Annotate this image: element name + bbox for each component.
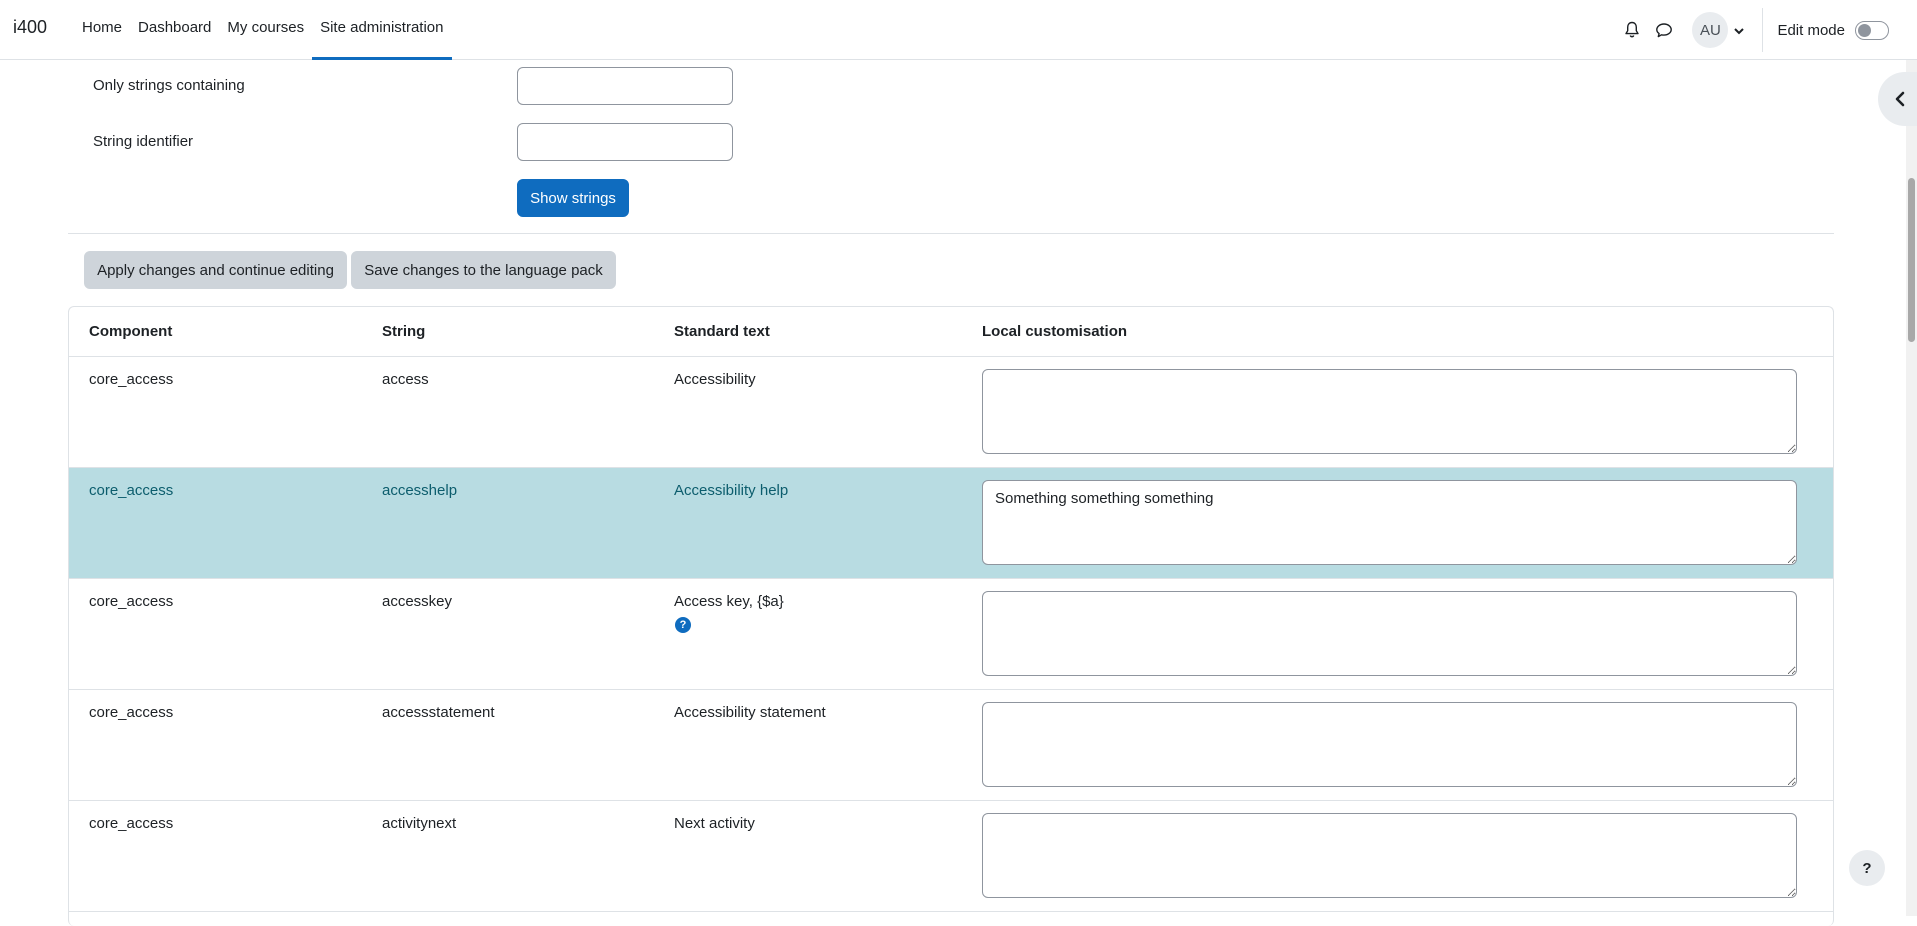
local-customisation-textarea[interactable] — [982, 591, 1797, 676]
site-brand[interactable]: i400 — [13, 17, 47, 38]
string-identifier-input[interactable] — [517, 123, 733, 161]
navbar-divider — [1762, 8, 1764, 52]
user-menu-chevron-down-icon[interactable] — [1734, 22, 1745, 39]
cell-standard-text: Accessibility help — [674, 482, 789, 499]
scrollbar-thumb[interactable] — [1908, 178, 1915, 342]
save-to-language-pack-button[interactable]: Save changes to the language pack — [351, 251, 616, 289]
cell-standard-text: Accessibility statement — [674, 704, 826, 721]
table-row: core_access accesshelp Accessibility hel… — [69, 468, 1833, 579]
local-customisation-textarea[interactable] — [982, 369, 1797, 454]
edit-mode-label: Edit mode — [1777, 21, 1845, 39]
cell-component: core_access — [89, 815, 174, 832]
table-row: core_access accesskey Access key, {$a} ? — [69, 579, 1833, 690]
table-row: core_access access Accessibility — [69, 357, 1833, 468]
open-drawer-chevron-left-icon[interactable] — [1878, 72, 1917, 126]
cell-standard-text: Access key, {$a} — [674, 593, 784, 610]
messages-icon[interactable] — [1648, 14, 1680, 46]
column-header-standard-text: Standard text — [674, 323, 770, 340]
cell-component: core_access — [89, 704, 174, 721]
help-question-icon[interactable]: ? — [675, 617, 691, 633]
column-header-local-customisation: Local customisation — [982, 323, 1128, 340]
cell-string: accesskey — [382, 593, 453, 610]
help-button[interactable]: ? — [1849, 850, 1885, 886]
local-customisation-textarea[interactable]: Something something something — [982, 480, 1797, 565]
cell-component: core_access — [89, 593, 174, 610]
form-divider — [68, 233, 1834, 234]
column-header-string: String — [382, 323, 426, 340]
show-strings-button[interactable]: Show strings — [517, 179, 629, 217]
cell-standard-text: Accessibility — [674, 371, 756, 388]
page-scrollbar[interactable] — [1906, 60, 1917, 916]
string-identifier-label: String identifier — [93, 133, 194, 150]
table-row: core_access activitynext Next activity — [69, 801, 1833, 912]
only-strings-containing-label: Only strings containing — [93, 77, 245, 94]
apply-changes-button[interactable]: Apply changes and continue editing — [84, 251, 347, 289]
primary-navigation: Home Dashboard My courses Site administr… — [74, 0, 452, 60]
cell-string: accessstatement — [382, 704, 495, 721]
nav-my-courses[interactable]: My courses — [219, 0, 312, 60]
column-header-component: Component — [89, 323, 173, 340]
nav-home[interactable]: Home — [74, 0, 130, 60]
cell-string: accesshelp — [382, 482, 458, 499]
toggle-knob — [1858, 23, 1871, 37]
local-customisation-textarea[interactable] — [982, 813, 1797, 898]
nav-site-administration[interactable]: Site administration — [312, 0, 452, 60]
local-customisation-textarea[interactable] — [982, 702, 1797, 787]
cell-string: activitynext — [382, 815, 457, 832]
notifications-icon[interactable] — [1616, 14, 1648, 46]
cell-component: core_access — [89, 482, 174, 499]
nav-dashboard[interactable]: Dashboard — [130, 0, 219, 60]
edit-mode-toggle[interactable] — [1855, 20, 1889, 40]
navbar-right: AU Edit mode — [1616, 0, 1917, 60]
cell-string: access — [382, 371, 429, 388]
only-strings-containing-input[interactable] — [517, 67, 733, 105]
table-header: Component String Standard text Local cus… — [69, 307, 1833, 357]
user-avatar[interactable]: AU — [1692, 12, 1729, 48]
cell-component: core_access — [89, 371, 174, 388]
strings-table: Component String Standard text Local cus… — [68, 306, 1834, 926]
top-navbar: i400 Home Dashboard My courses Site admi… — [0, 0, 1917, 60]
cell-standard-text: Next activity — [674, 815, 755, 832]
table-row: core_access accessstatement Accessibilit… — [69, 690, 1833, 801]
